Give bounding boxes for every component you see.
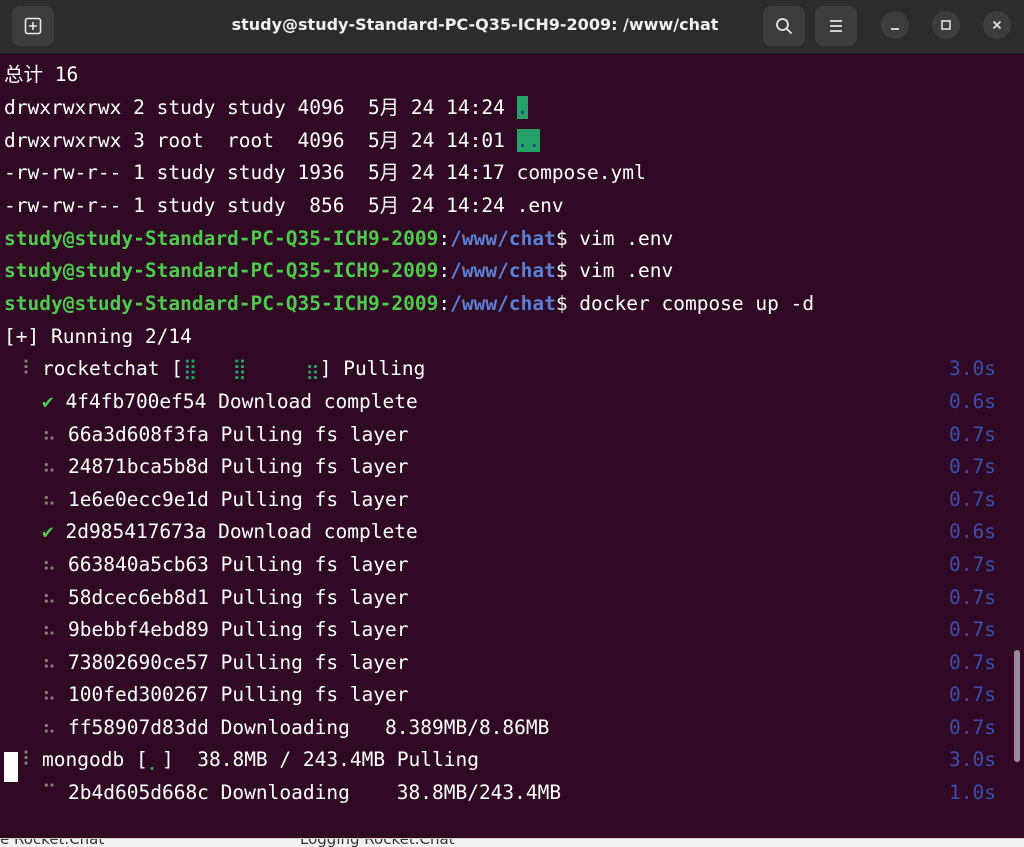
spinner-icon: ⠦: [42, 618, 57, 642]
close-button[interactable]: [983, 11, 1011, 39]
progress-bar: ⡀: [147, 748, 163, 771]
elapsed-time: 0.7s: [949, 650, 996, 674]
elapsed-time: 0.7s: [949, 455, 996, 479]
listing-row: drwxrwxrwx 3 root root 4096 5月 24 14:01 …: [4, 129, 541, 152]
minimize-button[interactable]: [881, 11, 909, 39]
listing-row: drwxrwxrwx 2 study study 4096 5月 24 14:2…: [4, 96, 529, 119]
new-tab-icon: [24, 17, 42, 35]
search-icon: [776, 18, 793, 35]
progress-bar: ⣿ ⣿ ⣶: [182, 357, 320, 380]
layer-row: ⠦ 1e6e0ecc9e1d Pulling fs layer: [42, 487, 409, 511]
layer-row: ⠦ 58dcec6eb8d1 Pulling fs layer: [42, 585, 409, 609]
spinner-icon: ⠸: [16, 748, 31, 771]
layer-row: ⠦ 24871bca5b8d Pulling fs layer: [42, 455, 409, 479]
elapsed-time: 0.7s: [949, 585, 996, 609]
prompt-line: study@study-Standard-PC-Q35-ICH9-2009:/w…: [4, 259, 674, 282]
checkmark-icon: ✔: [42, 520, 54, 544]
search-button[interactable]: [763, 6, 805, 46]
menu-button[interactable]: [815, 6, 857, 46]
spinner-icon: ⠦: [42, 650, 57, 674]
background-text: e Rocket.Chat: [0, 838, 105, 847]
elapsed-time: 3.0s: [949, 748, 996, 771]
elapsed-time: 0.6s: [949, 390, 996, 413]
spinner-icon: ⠸: [16, 357, 31, 380]
listing-row: -rw-rw-r-- 1 study study 1936 5月 24 14:1…: [4, 161, 646, 184]
scrollbar[interactable]: [1014, 650, 1020, 762]
running-status: [+] Running 2/14: [4, 325, 192, 348]
window-title: study@study-Standard-PC-Q35-ICH9-2009: /…: [231, 15, 719, 34]
spinner-icon: ⠦: [42, 553, 57, 576]
spinner-icon: ⠦: [42, 716, 57, 739]
elapsed-time: 3.0s: [949, 357, 996, 380]
checkmark-icon: ✔: [42, 390, 54, 413]
minimize-icon: [891, 28, 899, 30]
layer-row: ⠦ 663840a5cb63 Pulling fs layer: [42, 553, 409, 576]
background-window-strip: e Rocket.Chat Logging Rocket.Chat: [0, 838, 1024, 847]
spinner-icon: ⠦: [42, 487, 57, 511]
spinner-icon: ⠦: [42, 422, 57, 446]
layer-row: ⠦ 73802690ce57 Pulling fs layer: [42, 650, 409, 674]
listing-row: -rw-rw-r-- 1 study study 856 5月 24 14:24…: [4, 194, 564, 217]
elapsed-time: 0.6s: [949, 520, 996, 544]
elapsed-time: 0.7s: [949, 683, 996, 707]
maximize-icon: [941, 20, 951, 30]
elapsed-time: 0.7s: [949, 553, 996, 576]
terminal-output[interactable]: 总计 16 drwxrwxrwx 2 study study 4096 5月 2…: [0, 56, 1024, 847]
elapsed-time: 0.7s: [949, 716, 996, 739]
text-cursor: [4, 752, 18, 782]
layer-row: ⠉ 2b4d605d668c Downloading 38.8MB/243.4M…: [42, 781, 562, 804]
elapsed-time: 0.7s: [949, 618, 996, 642]
hamburger-menu-icon: [830, 20, 842, 32]
maximize-button[interactable]: [932, 11, 960, 39]
layer-row: ⠦ 9bebbf4ebd89 Pulling fs layer: [42, 618, 409, 642]
elapsed-time: 1.0s: [949, 781, 996, 804]
layer-row: ✔ 4f4fb700ef54 Download complete: [42, 390, 418, 413]
elapsed-time: 0.7s: [949, 422, 996, 446]
service-row-rocketchat: ⠸ rocketchat [⣿ ⣿ ⣶] Pulling: [16, 357, 426, 380]
terminal-window: study@study-Standard-PC-Q35-ICH9-2009: /…: [0, 0, 1024, 847]
close-icon: [992, 20, 1002, 30]
spinner-icon: ⠉: [42, 781, 57, 804]
elapsed-time: 0.7s: [949, 487, 996, 511]
new-tab-button[interactable]: [12, 6, 54, 46]
spinner-icon: ⠦: [42, 683, 57, 707]
layer-row: ⠦ 66a3d608f3fa Pulling fs layer: [42, 422, 409, 446]
layer-row: ⠦ 100fed300267 Pulling fs layer: [42, 683, 409, 707]
prompt-line: study@study-Standard-PC-Q35-ICH9-2009:/w…: [4, 292, 815, 315]
layer-row: ✔ 2d985417673a Download complete: [42, 520, 418, 544]
service-row-mongodb: ⠸ mongodb [⡀] 38.8MB / 243.4MB Pulling: [16, 748, 479, 771]
layer-row: ⠦ ff58907d83dd Downloading 8.389MB/8.86M…: [42, 716, 550, 739]
spinner-icon: ⠦: [42, 455, 57, 479]
background-text: Logging Rocket.Chat: [300, 838, 455, 847]
prompt-line: study@study-Standard-PC-Q35-ICH9-2009:/w…: [4, 227, 674, 250]
spinner-icon: ⠦: [42, 585, 57, 609]
total-line: 总计 16: [4, 63, 79, 86]
title-bar: study@study-Standard-PC-Q35-ICH9-2009: /…: [0, 0, 1024, 54]
